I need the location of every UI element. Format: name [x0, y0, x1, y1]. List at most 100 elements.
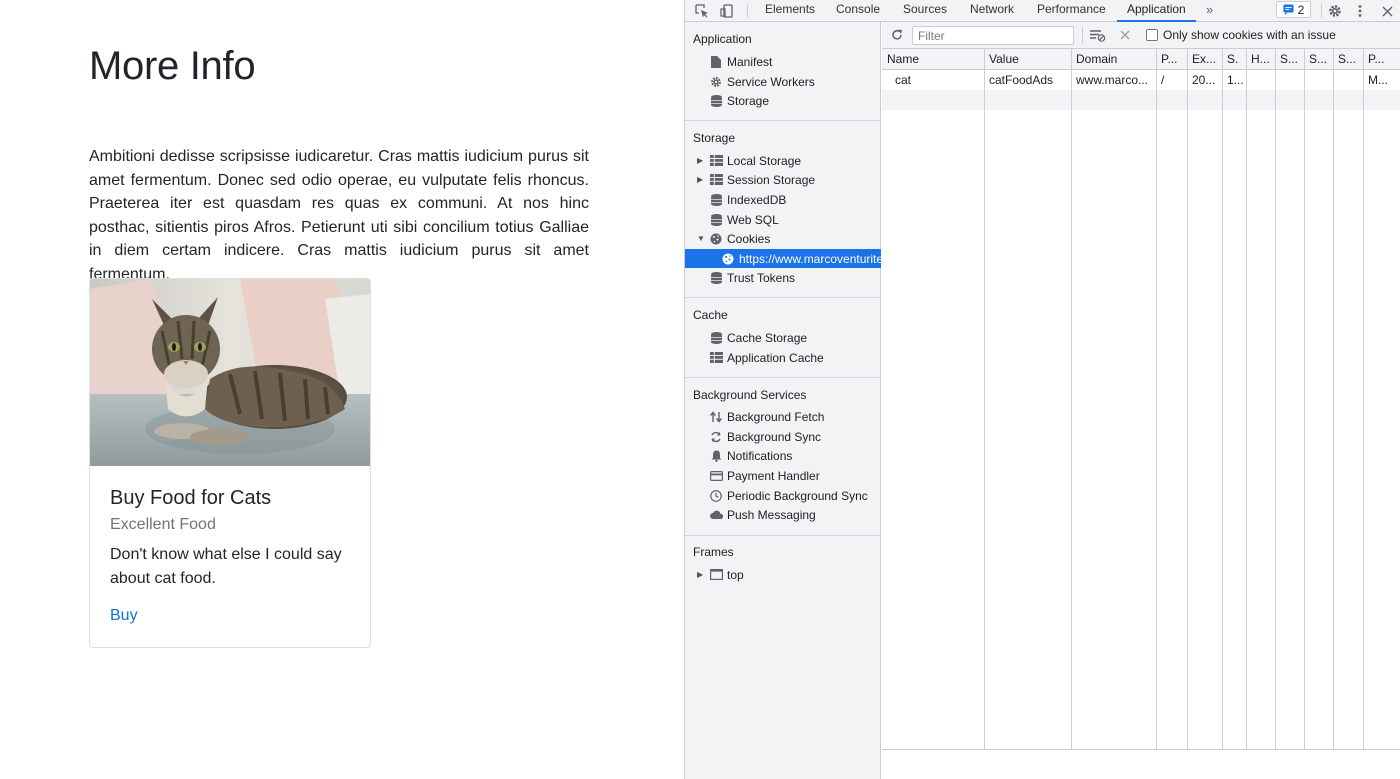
- sync-icon: [709, 430, 723, 444]
- sidebar-item-frame-top[interactable]: ▶ top: [685, 565, 881, 584]
- column-divider[interactable]: [1275, 49, 1276, 750]
- column-header-samesite[interactable]: S...: [1304, 49, 1333, 70]
- tab-network[interactable]: Network: [970, 0, 1014, 22]
- column-header-priority[interactable]: P...: [1363, 49, 1400, 70]
- sidebar-item-background-fetch[interactable]: Background Fetch: [685, 407, 881, 426]
- cell-samesite: [1304, 70, 1333, 90]
- section-title-storage: Storage: [693, 131, 736, 145]
- sidebar-item-label: Trust Tokens: [727, 270, 796, 285]
- tab-elements[interactable]: Elements: [765, 0, 815, 22]
- buy-link[interactable]: Buy: [110, 607, 138, 625]
- sidebar-item-session-storage[interactable]: ▶ Session Storage: [685, 170, 881, 189]
- sidebar-item-application-cache[interactable]: Application Cache: [685, 348, 881, 367]
- sidebar-item-label: Payment Handler: [727, 468, 820, 483]
- sidebar-item-background-sync[interactable]: Background Sync: [685, 427, 881, 446]
- database-icon: [709, 331, 723, 345]
- column-divider[interactable]: [1156, 49, 1157, 750]
- sidebar-item-label: https://www.marcoventurite: [739, 251, 881, 266]
- expand-arrow-icon[interactable]: ▶: [697, 570, 705, 579]
- column-header-path[interactable]: P...: [1156, 49, 1187, 70]
- column-header-value[interactable]: Value: [984, 49, 1071, 70]
- column-divider[interactable]: [1187, 49, 1188, 750]
- tab-console[interactable]: Console: [836, 0, 880, 22]
- cell-priority: M...: [1368, 73, 1388, 87]
- file-icon: [709, 55, 723, 69]
- sidebar-item-label: Push Messaging: [727, 507, 816, 522]
- section-divider: [685, 535, 881, 536]
- column-header-httponly[interactable]: H...: [1246, 49, 1275, 70]
- sidebar-item-cache-storage[interactable]: Cache Storage: [685, 328, 881, 347]
- cell-domain: www.marco...: [1076, 73, 1149, 87]
- sidebar-item-indexeddb[interactable]: IndexedDB: [685, 190, 881, 209]
- cookie-icon: [709, 232, 723, 246]
- more-options-icon[interactable]: [1353, 0, 1367, 22]
- sidebar-item-cookies[interactable]: ▼ Cookies: [685, 229, 881, 248]
- sidebar-item-notifications[interactable]: Notifications: [685, 446, 881, 465]
- issues-icon: [1283, 4, 1294, 15]
- column-header-name[interactable]: Name: [882, 49, 984, 70]
- more-tabs-icon[interactable]: »: [1206, 0, 1213, 22]
- database-icon: [709, 213, 723, 227]
- column-divider[interactable]: [1246, 49, 1247, 750]
- sidebar-item-label: Session Storage: [727, 172, 816, 187]
- cookies-panel: Only show cookies with an issue Name Val…: [882, 22, 1400, 779]
- sidebar-item-local-storage[interactable]: ▶ Local Storage: [685, 151, 881, 170]
- sidebar-item-storage[interactable]: Storage: [685, 91, 881, 110]
- frame-icon: [709, 568, 723, 582]
- column-divider[interactable]: [1363, 49, 1364, 750]
- sidebar-item-trust-tokens[interactable]: Trust Tokens: [685, 268, 881, 287]
- gear-icon[interactable]: [1326, 0, 1344, 22]
- delete-selected-icon[interactable]: [1116, 25, 1134, 45]
- sidebar-item-periodic-background-sync[interactable]: Periodic Background Sync: [685, 486, 881, 505]
- preview-divider[interactable]: [882, 749, 1400, 750]
- section-title-cache: Cache: [693, 308, 728, 322]
- sidebar-item-service-workers[interactable]: Service Workers: [685, 72, 881, 91]
- filter-input[interactable]: [912, 26, 1074, 45]
- sidebar-item-payment-handler[interactable]: Payment Handler: [685, 466, 881, 485]
- tab-application[interactable]: Application: [1117, 0, 1196, 22]
- card-icon: [709, 469, 723, 483]
- column-divider[interactable]: [1333, 49, 1334, 750]
- section-title-application: Application: [693, 32, 752, 46]
- section-divider: [685, 297, 881, 298]
- column-header-expires[interactable]: Ex...: [1187, 49, 1222, 70]
- database-icon: [709, 271, 723, 285]
- card-title: Buy Food for Cats: [110, 487, 272, 509]
- toolbar-divider: [747, 4, 748, 18]
- sidebar-item-manifest[interactable]: Manifest: [685, 52, 881, 71]
- column-header-domain[interactable]: Domain: [1071, 49, 1156, 70]
- sidebar-item-cookie-origin[interactable]: https://www.marcoventurite: [685, 249, 881, 268]
- column-header-size[interactable]: S.: [1222, 49, 1246, 70]
- column-divider[interactable]: [1071, 49, 1072, 750]
- grid-icon: [709, 154, 723, 168]
- sidebar-item-push-messaging[interactable]: Push Messaging: [685, 505, 881, 524]
- sidebar-item-label: Background Sync: [727, 429, 822, 444]
- issues-badge[interactable]: 2: [1276, 1, 1311, 18]
- clear-filtered-cookies-icon[interactable]: [1088, 25, 1108, 45]
- collapse-arrow-icon[interactable]: ▼: [697, 234, 705, 243]
- sidebar-item-label: top: [727, 567, 744, 582]
- cloud-icon: [709, 508, 723, 522]
- database-icon: [709, 94, 723, 108]
- cookie-icon: [721, 252, 735, 266]
- sidebar-item-web-sql[interactable]: Web SQL: [685, 210, 881, 229]
- device-toolbar-icon[interactable]: [718, 0, 736, 22]
- expand-arrow-icon[interactable]: ▶: [697, 156, 705, 165]
- tab-performance[interactable]: Performance: [1037, 0, 1106, 22]
- inspect-element-icon[interactable]: [693, 0, 711, 22]
- column-divider[interactable]: [1222, 49, 1223, 750]
- only-issues-checkbox[interactable]: [1146, 29, 1158, 41]
- tab-sources[interactable]: Sources: [903, 0, 947, 22]
- column-divider[interactable]: [984, 49, 985, 750]
- sidebar-item-label: Cache Storage: [727, 330, 808, 345]
- column-header-secure[interactable]: S...: [1275, 49, 1304, 70]
- card-subtitle: Excellent Food: [110, 516, 216, 533]
- close-icon[interactable]: [1379, 0, 1395, 22]
- cell-size: 1...: [1227, 73, 1244, 87]
- cookies-filter-bar: Only show cookies with an issue: [882, 22, 1400, 49]
- column-header-sameparty[interactable]: S...: [1333, 49, 1363, 70]
- section-title-frames: Frames: [693, 545, 734, 559]
- refresh-icon[interactable]: [888, 25, 906, 45]
- expand-arrow-icon[interactable]: ▶: [697, 175, 705, 184]
- column-divider[interactable]: [1304, 49, 1305, 750]
